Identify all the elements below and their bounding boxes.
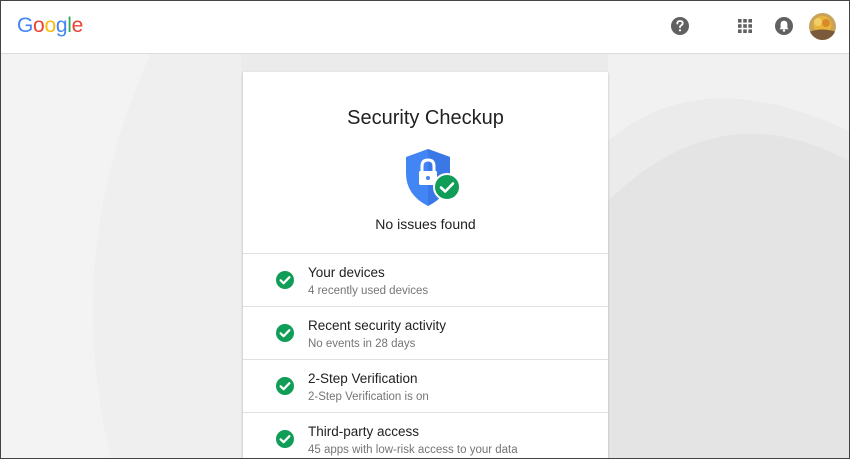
logo-letter: o: [33, 14, 45, 37]
check-circle-icon: [276, 271, 294, 289]
checkup-item[interactable]: Third-party access 45 apps with low-risk …: [243, 413, 608, 458]
apps-icon[interactable]: [735, 16, 755, 36]
avatar-image: [809, 13, 836, 40]
check-circle-icon: [276, 324, 294, 342]
logo-letter: G: [17, 14, 34, 37]
checkup-item[interactable]: Your devices 4 recently used devices: [243, 254, 608, 306]
checkup-item-subtitle: 2-Step Verification is on: [308, 391, 429, 403]
top-bar: Google: [1, 1, 849, 54]
checkup-item[interactable]: 2-Step Verification 2-Step Verification i…: [243, 360, 608, 412]
check-circle-icon: [276, 377, 294, 395]
card-title: Security Checkup: [347, 107, 504, 129]
avatar[interactable]: [809, 13, 836, 40]
checkup-item-title: Recent security activity: [308, 318, 447, 333]
checkup-item-title: Third-party access: [308, 424, 420, 439]
page-frame: Google Security Checkup No issues found …: [0, 0, 850, 459]
check-circle-icon: [276, 430, 294, 448]
checkup-item-title: Your devices: [308, 265, 385, 280]
google-logo[interactable]: Google: [17, 14, 83, 38]
notifications-icon[interactable]: [774, 16, 794, 36]
logo-letter: o: [44, 14, 56, 37]
shield-lock-icon: [406, 149, 461, 206]
security-checkup-card: Security Checkup No issues found Your de…: [243, 72, 608, 458]
checkup-item-subtitle: 45 apps with low-risk access to your dat…: [308, 444, 518, 456]
checkup-item-title: 2-Step Verification: [308, 371, 418, 386]
logo-letter: e: [71, 14, 84, 37]
help-icon[interactable]: [670, 16, 690, 36]
checkup-item-subtitle: 4 recently used devices: [308, 285, 429, 297]
logo-letter: g: [55, 14, 68, 37]
checkup-item[interactable]: Recent security activity No events in 28 …: [243, 307, 608, 359]
status-text: No issues found: [375, 216, 476, 232]
checkup-item-subtitle: No events in 28 days: [308, 338, 416, 350]
